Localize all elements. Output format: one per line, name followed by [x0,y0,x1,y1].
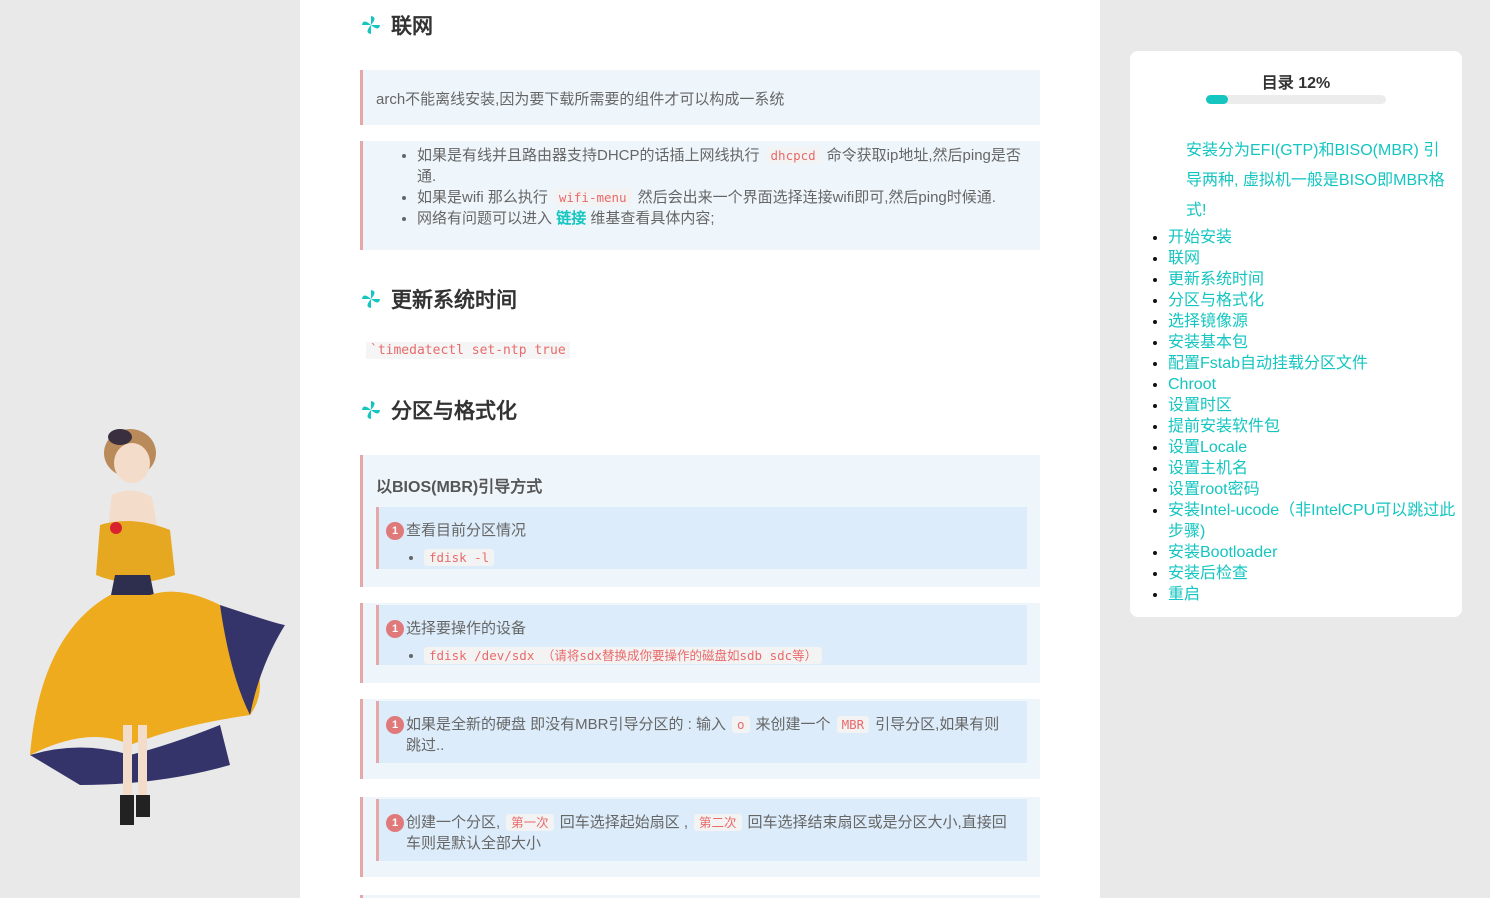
inline-code: 第一次 [506,814,554,831]
step-create-mbr-box: 1 如果是全新的硬盘 即没有MBR引导分区的 : 输入 o 来创建一个 MBR 引导分区… [360,699,1040,779]
toc-item[interactable]: 分区与格式化 [1168,290,1458,311]
toc-item-intro[interactable]: 安装分为EFI(GTP)和BISO(MBR) 引导两种, 虚拟机一般是BISO即… [1186,136,1448,226]
toc-list: 开始安装联网更新系统时间分区与格式化选择镜像源安装基本包配置Fstab自动挂载分… [1146,227,1458,605]
network-note: arch不能离线安装,因为要下载所需要的组件才可以构成一系统 [360,70,1040,125]
pinwheel-icon [362,290,380,308]
toc-item[interactable]: 安装Bootloader [1168,542,1458,563]
toc-item[interactable]: 更新系统时间 [1168,269,1458,290]
toc-item[interactable]: 设置时区 [1168,395,1458,416]
network-list: 如果是有线并且路由器支持DHCP的话插上网线执行dhcpcd命令获取ip地址,然… [363,141,1040,229]
network-heading-text: 联网 [391,15,433,38]
step-select-device-box: 1 选择要操作的设备 fdisk /dev/sdx （请将sdx替换成你要操作的… [360,603,1040,683]
toc-item[interactable]: 设置root密码 [1168,479,1458,500]
inline-code: 第二次 [694,814,742,831]
timedatectl-code: `timedatectl set-ntp true [366,342,570,359]
step-create-partition-box: 1 创建一个分区, 第一次 回车选择起始扇区 , 第二次 回车选择结束扇区或是分区大小,… [360,797,1040,877]
inline-code: fdisk -l [424,549,495,566]
network-list-box: 如果是有线并且路由器支持DHCP的话插上网线执行dhcpcd命令获取ip地址,然… [360,141,1040,250]
toc-item[interactable]: 重启 [1168,584,1458,605]
step-view-partitions: 1 查看目前分区情况 fdisk -l [376,507,1027,569]
network-heading: 联网 [360,10,433,40]
list-item: 如果是有线并且路由器支持DHCP的话插上网线执行dhcpcd命令获取ip地址,然… [417,145,1028,187]
mbr-title: 以BIOS(MBR)引导方式 [376,479,543,496]
anime-mascot-image [30,429,285,825]
table-of-contents: 目录 12% 安装分为EFI(GTP)和BISO(MBR) 引导两种, 虚拟机一… [1130,51,1462,617]
inline-code: fdisk /dev/sdx （请将sdx替换成你要操作的磁盘如sdb sdc等… [424,647,823,664]
partition-heading: 分区与格式化 [360,395,517,425]
toc-item[interactable]: 提前安装软件包 [1168,416,1458,437]
step-number-badge: 1 [386,716,404,734]
step-number-badge: 1 [386,814,404,832]
step-text: 选择要操作的设备 [406,620,527,637]
time-heading-text: 更新系统时间 [391,289,517,312]
step-text: 查看目前分区情况 [406,522,527,539]
toc-title: 目录 12% [1261,75,1331,92]
pinwheel-icon [362,401,380,419]
step-create-partition: 1 创建一个分区, 第一次 回车选择起始扇区 , 第二次 回车选择结束扇区或是分区大小,… [376,799,1027,861]
step-number-badge: 1 [386,620,404,638]
step-select-device: 1 选择要操作的设备 fdisk /dev/sdx （请将sdx替换成你要操作的… [376,605,1027,665]
inline-code: dhcpcd [765,147,821,164]
list-item: 网络有问题可以进入 链接 维基查看具体内容; [417,208,1028,229]
toc-item[interactable]: 配置Fstab自动挂载分区文件 [1168,353,1458,374]
toc-item[interactable]: 设置Locale [1168,437,1458,458]
toc-item[interactable]: 安装基本包 [1168,332,1458,353]
toc-progress-bar [1206,95,1386,104]
toc-item[interactable]: 设置主机名 [1168,458,1458,479]
step-number-badge: 1 [386,522,404,540]
step-create-mbr: 1 如果是全新的硬盘 即没有MBR引导分区的 : 输入 o 来创建一个 MBR 引导分区… [376,701,1027,763]
toc-item[interactable]: 安装后检查 [1168,563,1458,584]
list-item: 如果是wifi 那么执行wifi-menu然后会出来一个界面选择连接wifi即可… [417,187,1028,208]
article-panel: 联网 arch不能离线安装,因为要下载所需要的组件才可以构成一系统 如果是有线并… [300,0,1100,898]
inline-code: wifi-menu [553,189,632,206]
inline-code: MBR [836,716,870,733]
wiki-link[interactable]: 链接 [556,210,586,227]
time-heading: 更新系统时间 [360,284,517,314]
toc-item[interactable]: 开始安装 [1168,227,1458,248]
partition-heading-text: 分区与格式化 [391,400,517,423]
toc-item[interactable]: 选择镜像源 [1168,311,1458,332]
toc-item[interactable]: Chroot [1168,374,1458,395]
mbr-section: 以BIOS(MBR)引导方式 1 查看目前分区情况 fdisk -l [360,455,1040,587]
inline-code: o [732,716,750,733]
toc-progress-fill [1206,95,1228,104]
toc-item[interactable]: 安装Intel-ucode（非IntelCPU可以跳过此步骤) [1168,500,1458,542]
pinwheel-icon [362,16,380,34]
toc-item[interactable]: 联网 [1168,248,1458,269]
